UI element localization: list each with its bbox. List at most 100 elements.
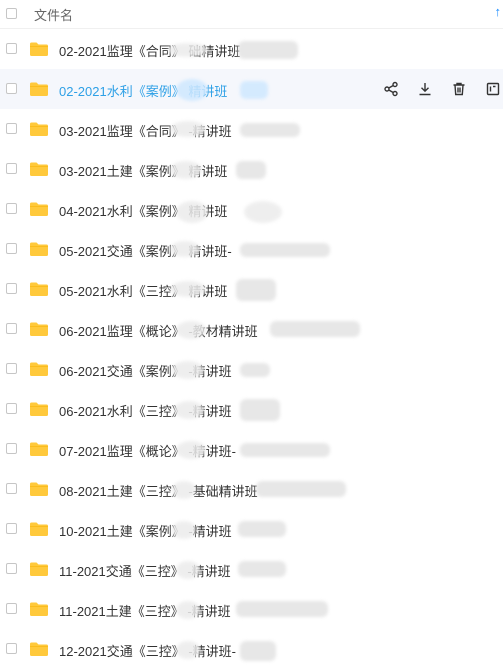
folder-icon (29, 641, 49, 657)
row-checkbox[interactable] (6, 243, 17, 254)
redaction-mask (256, 481, 346, 497)
folder-icon (29, 201, 49, 217)
row-checkbox[interactable] (6, 363, 17, 374)
file-name[interactable]: 11-2021交通《三控》 -精讲班 (59, 561, 231, 580)
file-row[interactable]: 02-2021水利《案例》 精讲班 (0, 69, 503, 109)
file-row[interactable]: 10-2021土建《案例》 -精讲班 (0, 509, 503, 549)
redaction-mask (176, 441, 206, 459)
redaction-mask (170, 161, 202, 179)
file-name[interactable]: 02-2021监理《合同》 础精讲班 (59, 41, 240, 60)
file-name[interactable]: 03-2021监理《合同》 -精讲班 (59, 121, 232, 140)
file-name[interactable]: 10-2021土建《案例》 -精讲班 (59, 521, 232, 540)
folder-icon (29, 561, 49, 577)
delete-icon[interactable] (449, 79, 469, 99)
file-row[interactable]: 06-2021监理《概论》 -教材精讲班 (0, 309, 503, 349)
file-name[interactable]: 07-2021监理《概论》 -精讲班- (59, 441, 236, 460)
folder-icon (29, 161, 49, 177)
file-row[interactable]: 08-2021土建《三控》 -基础精讲班 (0, 469, 503, 509)
folder-icon (29, 41, 49, 57)
redaction-mask (168, 43, 208, 57)
redaction-mask (176, 201, 208, 223)
row-checkbox[interactable] (6, 403, 17, 414)
folder-icon (29, 241, 49, 257)
row-checkbox[interactable] (6, 283, 17, 294)
row-actions (381, 79, 503, 99)
redaction-mask (170, 121, 206, 137)
folder-icon (29, 321, 49, 337)
select-all-checkbox[interactable] (6, 8, 17, 19)
arrow-up-icon[interactable]: ↑ (495, 4, 502, 19)
redaction-mask (270, 321, 360, 337)
file-name[interactable]: 08-2021土建《三控》 -基础精讲班 (59, 481, 258, 500)
folder-icon (29, 281, 49, 297)
redaction-mask (238, 41, 298, 59)
file-name[interactable]: 05-2021交通《案例》 精讲班- (59, 241, 232, 260)
redaction-mask (236, 161, 266, 179)
redaction-mask (176, 79, 208, 101)
row-checkbox[interactable] (6, 483, 17, 494)
folder-icon (29, 521, 49, 537)
column-header-filename[interactable]: 文件名 (34, 5, 73, 24)
row-checkbox[interactable] (6, 563, 17, 574)
file-name[interactable]: 03-2021土建《案例》 精讲班 (59, 161, 227, 180)
share-icon[interactable] (381, 79, 401, 99)
redaction-mask (240, 399, 280, 421)
redaction-mask (176, 641, 200, 659)
file-row[interactable]: 03-2021监理《合同》 -精讲班 (0, 109, 503, 149)
file-name[interactable]: 06-2021监理《概论》 -教材精讲班 (59, 321, 258, 340)
redaction-mask (240, 81, 268, 99)
folder-icon (29, 481, 49, 497)
row-checkbox[interactable] (6, 83, 17, 94)
folder-icon (29, 121, 49, 137)
more-icon[interactable] (483, 79, 503, 99)
download-icon[interactable] (415, 79, 435, 99)
redaction-mask (240, 363, 270, 377)
file-row[interactable]: 06-2021交通《案例》 -精讲班 (0, 349, 503, 389)
row-checkbox[interactable] (6, 443, 17, 454)
file-row[interactable]: 04-2021水利《案例》 精讲班 (0, 189, 503, 229)
redaction-mask (238, 521, 286, 537)
redaction-mask (240, 123, 300, 137)
redaction-mask (236, 601, 328, 617)
file-row[interactable]: 03-2021土建《案例》 精讲班 (0, 149, 503, 189)
redaction-mask (238, 561, 286, 577)
file-name[interactable]: 06-2021交通《案例》 -精讲班 (59, 361, 232, 380)
row-checkbox[interactable] (6, 123, 17, 134)
row-checkbox[interactable] (6, 603, 17, 614)
file-row[interactable]: 11-2021交通《三控》 -精讲班 (0, 549, 503, 589)
redaction-mask (172, 481, 196, 499)
redaction-mask (172, 361, 204, 379)
file-name[interactable]: 11-2021土建《三控》 -精讲班 (59, 601, 231, 620)
row-checkbox[interactable] (6, 203, 17, 214)
redaction-mask (240, 443, 330, 457)
file-row[interactable]: 06-2021水利《三控》 -精讲班 (0, 389, 503, 429)
file-row[interactable]: 07-2021监理《概论》 -精讲班- (0, 429, 503, 469)
redaction-mask (174, 401, 204, 419)
file-name[interactable]: 12-2021交通《三控》 -精讲班- (59, 641, 236, 660)
file-row[interactable]: 02-2021监理《合同》 础精讲班 (0, 29, 503, 69)
redaction-mask (170, 241, 200, 257)
redaction-mask (172, 521, 196, 539)
file-name[interactable]: 06-2021水利《三控》 -精讲班 (59, 401, 232, 420)
file-row[interactable]: 05-2021交通《案例》 精讲班- (0, 229, 503, 269)
redaction-mask (240, 243, 330, 257)
row-checkbox[interactable] (6, 323, 17, 334)
redaction-mask (176, 601, 200, 619)
folder-icon (29, 361, 49, 377)
row-checkbox[interactable] (6, 43, 17, 54)
folder-icon (29, 401, 49, 417)
file-list-header: 文件名 ↑ (0, 0, 503, 29)
redaction-mask (236, 279, 276, 301)
row-checkbox[interactable] (6, 163, 17, 174)
redaction-mask (244, 201, 282, 223)
folder-icon (29, 81, 49, 97)
row-checkbox[interactable] (6, 523, 17, 534)
redaction-mask (170, 281, 206, 297)
redaction-mask (240, 641, 276, 661)
file-row[interactable]: 12-2021交通《三控》 -精讲班- (0, 629, 503, 669)
row-checkbox[interactable] (6, 643, 17, 654)
file-row[interactable]: 05-2021水利《三控》 精讲班 (0, 269, 503, 309)
redaction-mask (176, 561, 200, 579)
folder-icon (29, 601, 49, 617)
file-row[interactable]: 11-2021土建《三控》 -精讲班 (0, 589, 503, 629)
